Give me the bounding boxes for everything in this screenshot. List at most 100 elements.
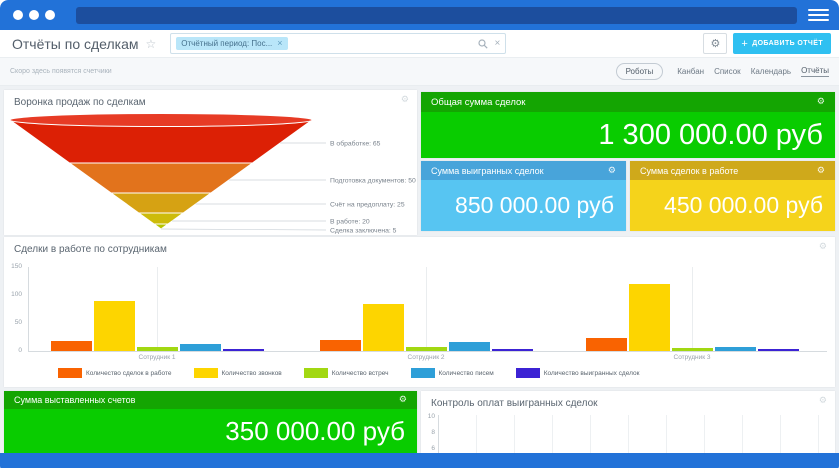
clear-filter-icon[interactable]: × [494, 39, 500, 49]
tab-reports[interactable]: Отчёты [801, 66, 829, 77]
legend-item: Количество встреч [304, 368, 389, 378]
funnel-top-ellipse [10, 114, 312, 127]
bar-chart-ytick: 0 [6, 347, 22, 354]
search-icon[interactable] [478, 39, 488, 49]
plus-icon: + [741, 38, 748, 50]
address-bar[interactable] [76, 7, 797, 24]
gear-icon[interactable]: ⚙ [817, 97, 825, 107]
add-report-button[interactable]: + ДОБАВИТЬ ОТЧЁТ [733, 33, 831, 54]
star-icon[interactable]: ☆ [146, 37, 157, 51]
gear-icon[interactable]: ⚙ [819, 242, 827, 252]
settings-button[interactable]: ⚙ [703, 33, 727, 54]
payments-control-card: Контроль оплат выигранных сделок ⚙ 1086 [421, 391, 835, 453]
gridline [692, 267, 693, 351]
chart-bar[interactable] [758, 349, 799, 351]
bar-chart-title: Сделки в работе по сотрудникам [14, 244, 167, 255]
page-title: Отчёты по сделкам [12, 36, 139, 52]
gear-icon[interactable]: ⚙ [401, 95, 409, 105]
funnel-stage-label: Подготовка документов: 50 [330, 178, 416, 185]
sales-funnel-chart: В обработке: 65 Подготовка документов: 50… [4, 112, 417, 234]
filter-tag[interactable]: Отчётный период: Пос... × [176, 37, 287, 50]
taskbar [0, 453, 839, 468]
filter-tag-close-icon[interactable]: × [277, 39, 282, 48]
deals-in-progress-value: 450 000.00 руб [664, 192, 823, 219]
counters-note: Скоро здесь появятся счетчики [10, 68, 112, 75]
chart-bar[interactable] [715, 347, 756, 351]
payments-chart-plot [438, 415, 829, 453]
page-header: Отчёты по сделкам ☆ Отчётный период: Пос… [0, 30, 839, 58]
window-dot[interactable] [13, 10, 23, 20]
payments-card-title: Контроль оплат выигранных сделок [431, 398, 598, 409]
chart-bar[interactable] [94, 301, 135, 351]
bar-chart-plot: Сотрудник 1Сотрудник 2Сотрудник 3 [28, 267, 827, 352]
legend-item: Количество писем [411, 368, 494, 378]
legend-label: Количество выигранных сделок [544, 370, 640, 377]
chart-bar[interactable] [406, 347, 447, 351]
chart-bar[interactable] [492, 349, 533, 351]
window-dot[interactable] [45, 10, 55, 20]
chart-bar[interactable] [320, 340, 361, 351]
legend-swatch-icon [304, 368, 328, 378]
gear-icon[interactable]: ⚙ [608, 166, 616, 176]
chart-bar[interactable] [672, 348, 713, 351]
chart-bar[interactable] [180, 344, 221, 351]
gridline [157, 267, 158, 351]
chart-bar[interactable] [51, 341, 92, 351]
legend-swatch-icon [194, 368, 218, 378]
chart-bar[interactable] [629, 284, 670, 351]
bar-chart-ytick: 50 [6, 319, 22, 326]
chart-bar[interactable] [363, 304, 404, 351]
deals-by-employee-card: Сделки в работе по сотрудникам ⚙ Сотрудн… [4, 237, 835, 387]
legend-item: Количество звонков [194, 368, 282, 378]
legend-swatch-icon [516, 368, 540, 378]
gear-icon[interactable]: ⚙ [819, 396, 827, 406]
legend-item: Количество выигранных сделок [516, 368, 640, 378]
legend-label: Количество писем [439, 370, 494, 377]
funnel-stage[interactable] [70, 163, 253, 193]
won-deals-widget: Сумма выигранных сделок ⚙ 850 000.00 руб [421, 161, 626, 231]
funnel-leader-line [161, 229, 326, 230]
chart-bar[interactable] [449, 342, 490, 351]
bar-chart-ytick: 150 [6, 263, 22, 270]
tab-calendar[interactable]: Календарь [751, 67, 791, 76]
add-report-label: ДОБАВИТЬ ОТЧЁТ [752, 40, 823, 47]
funnel-stage-label: Счёт на предоплату: 25 [330, 202, 405, 209]
funnel-card-title: Воронка продаж по сделкам [14, 97, 146, 108]
browser-window: Отчёты по сделкам ☆ Отчётный период: Пос… [0, 0, 839, 470]
won-deals-value: 850 000.00 руб [455, 192, 614, 219]
filter-tag-label: Отчётный период: Пос... [181, 39, 272, 48]
bar-chart-legend: Количество сделок в работеКоличество зво… [58, 368, 639, 378]
funnel-card: Воронка продаж по сделкам ⚙ В обработке:… [4, 90, 417, 235]
funnel-stage-label: Сделка заключена: 5 [330, 228, 397, 235]
funnel-stage[interactable] [111, 193, 211, 213]
gear-icon: ⚙ [710, 37, 720, 50]
tab-kanban[interactable]: Канбан [677, 67, 704, 76]
gridline [426, 267, 427, 351]
window-controls-icon[interactable] [13, 10, 55, 20]
total-deals-value: 1 300 000.00 руб [598, 119, 823, 152]
hamburger-menu-icon[interactable] [808, 9, 829, 24]
bar-chart-ytick: 100 [6, 291, 22, 298]
total-deals-widget: Общая сумма сделок ⚙ 1 300 000.00 руб [421, 92, 835, 158]
funnel-stage-label: В работе: 20 [330, 218, 370, 226]
tab-list[interactable]: Список [714, 67, 741, 76]
deals-in-progress-title: Сумма сделок в работе [640, 166, 738, 176]
funnel-stage-label: В обработке: 65 [330, 140, 381, 148]
sub-header: Скоро здесь появятся счетчики Роботы Канб… [0, 58, 839, 86]
invoices-sum-widget: Сумма выставленных счетов ⚙ 350 000.00 р… [4, 391, 417, 453]
legend-label: Количество встреч [332, 370, 389, 377]
tab-robots[interactable]: Роботы [616, 63, 664, 80]
bar-chart-category-label: Сотрудник 1 [139, 354, 176, 361]
won-deals-title: Сумма выигранных сделок [431, 166, 544, 176]
window-dot[interactable] [29, 10, 39, 20]
gear-icon[interactable]: ⚙ [817, 166, 825, 176]
legend-swatch-icon [58, 368, 82, 378]
bar-chart-category-label: Сотрудник 3 [674, 354, 711, 361]
chart-bar[interactable] [223, 349, 264, 351]
funnel-stage[interactable] [154, 224, 168, 229]
funnel-stage[interactable] [139, 213, 183, 224]
gear-icon[interactable]: ⚙ [399, 395, 407, 405]
chart-bar[interactable] [586, 338, 627, 351]
filter-search-box[interactable]: Отчётный период: Пос... × × [170, 33, 506, 54]
chart-bar[interactable] [137, 347, 178, 351]
